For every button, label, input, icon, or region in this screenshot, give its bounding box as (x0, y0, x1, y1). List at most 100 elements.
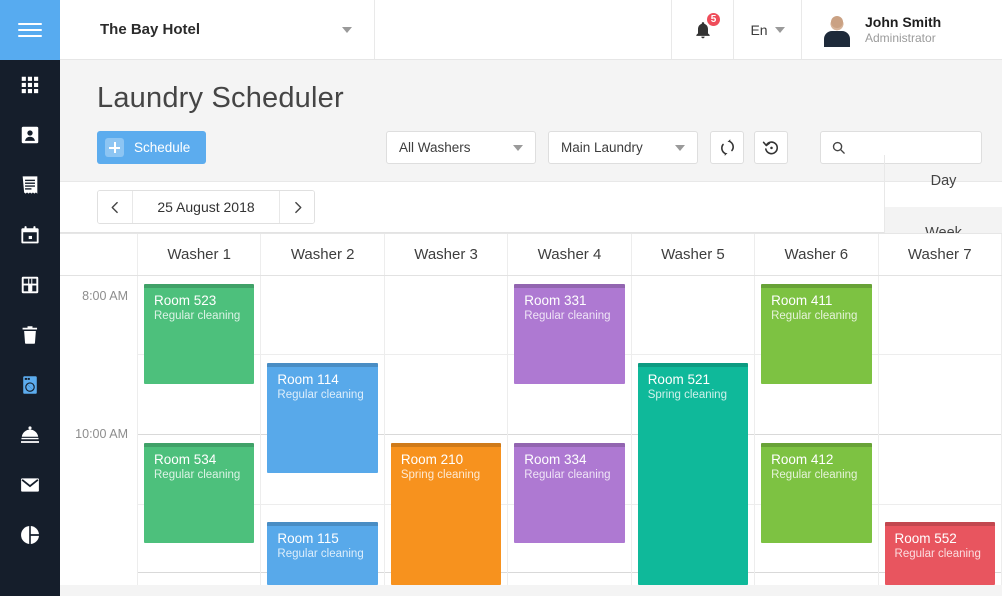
calendar-column-header: Washer 6 (755, 234, 878, 275)
sidebar-item-envelope[interactable] (0, 460, 60, 510)
avatar (820, 13, 854, 47)
calendar-column[interactable]: Room 411Regular cleaningRoom 412Regular … (755, 276, 878, 585)
sidebar-item-washing-machine[interactable] (0, 360, 60, 410)
hotel-selector[interactable]: The Bay Hotel (60, 0, 375, 59)
calendar-icon (19, 224, 41, 246)
calendar-body: 8:00 AM 10:00 AM Room 523Regular cleaning… (60, 276, 1002, 585)
event-subtitle: Regular cleaning (154, 468, 254, 483)
calendar-event[interactable]: Room 114Regular cleaning (267, 363, 377, 473)
current-date-label[interactable]: 25 August 2018 (132, 190, 280, 224)
sidebar-item-user-card[interactable] (0, 110, 60, 160)
time-label: 10:00 AM (75, 427, 128, 441)
gridline (508, 572, 630, 573)
gridline (755, 572, 877, 573)
sync-icon (718, 138, 737, 157)
gridline (632, 354, 754, 355)
history-button[interactable] (754, 131, 788, 164)
calendar-column[interactable]: Room 210Spring cleaning (385, 276, 508, 585)
time-label: 8:00 AM (82, 289, 128, 303)
gridline (508, 434, 630, 435)
event-subtitle: Regular cleaning (771, 309, 871, 324)
gridline (261, 504, 383, 505)
user-menu[interactable]: John Smith Administrator (802, 0, 1002, 59)
gridline (755, 434, 877, 435)
envelope-icon (19, 474, 41, 496)
receipt-icon (19, 174, 41, 196)
calendar-event[interactable]: Room 534Regular cleaning (144, 443, 254, 543)
event-title: Room 552 (895, 531, 995, 547)
laundry-filter-value: Main Laundry (561, 140, 643, 155)
calendar-event[interactable]: Room 334Regular cleaning (514, 443, 624, 543)
event-subtitle: Regular cleaning (524, 468, 624, 483)
event-title: Room 210 (401, 452, 501, 468)
topbar-spacer (375, 0, 672, 59)
calendar-event[interactable]: Room 411Regular cleaning (761, 284, 871, 384)
next-day-button[interactable] (280, 190, 314, 224)
schedule-button[interactable]: Schedule (97, 131, 206, 164)
main-content: Laundry Scheduler Schedule All Washers M… (60, 60, 1002, 596)
washer-filter-dropdown[interactable]: All Washers (386, 131, 536, 164)
plus-icon (105, 138, 124, 157)
calendar-event[interactable]: Room 115Regular cleaning (267, 522, 377, 585)
gridline (138, 434, 260, 435)
hotel-name-label: The Bay Hotel (100, 21, 200, 38)
chevron-down-icon (513, 145, 523, 151)
sidebar (0, 0, 60, 596)
view-tab-day[interactable]: Day (884, 155, 1002, 207)
calendar-column[interactable]: Room 552Regular cleaning (879, 276, 1002, 585)
sync-button[interactable] (710, 131, 744, 164)
history-restore-icon (762, 138, 781, 157)
event-title: Room 331 (524, 293, 624, 309)
sidebar-item-pie-chart[interactable] (0, 510, 60, 560)
calendar-event[interactable]: Room 210Spring cleaning (391, 443, 501, 585)
calendar-column[interactable]: Room 114Regular cleaningRoom 115Regular … (261, 276, 384, 585)
calendar-column[interactable]: Room 331Regular cleaningRoom 334Regular … (508, 276, 631, 585)
sidebar-item-trash[interactable] (0, 310, 60, 360)
pie-chart-icon (19, 524, 41, 546)
calendar-event[interactable]: Room 521Spring cleaning (638, 363, 748, 585)
sidebar-item-list (0, 60, 60, 560)
sidebar-item-room-service[interactable] (0, 410, 60, 460)
calendar-column[interactable]: Room 523Regular cleaning Room 534Regular … (138, 276, 261, 585)
calendar-column-header: Washer 2 (261, 234, 384, 275)
event-subtitle: Regular cleaning (277, 388, 377, 403)
user-card-icon (19, 124, 41, 146)
event-title: Room 115 (277, 531, 377, 547)
gridline (138, 572, 260, 573)
user-role-label: Administrator (865, 31, 941, 46)
laundry-filter-dropdown[interactable]: Main Laundry (548, 131, 698, 164)
event-title: Room 412 (771, 452, 871, 468)
calendar-event[interactable]: Room 412Regular cleaning (761, 443, 871, 543)
chevron-left-icon (109, 201, 122, 214)
calendar-event[interactable]: Room 552Regular cleaning (885, 522, 995, 585)
gridline (879, 434, 1001, 435)
sidebar-item-apps-grid[interactable] (0, 60, 60, 110)
toolbar: Schedule All Washers Main Laundry (60, 115, 1002, 164)
chevron-down-icon (775, 27, 785, 33)
gridline (879, 354, 1001, 355)
previous-day-button[interactable] (98, 190, 132, 224)
event-title: Room 334 (524, 452, 624, 468)
language-label: En (750, 22, 767, 38)
calendar-event[interactable]: Room 523Regular cleaning (144, 284, 254, 384)
time-gutter-header (60, 234, 138, 275)
gridline (385, 434, 507, 435)
search-input[interactable] (854, 140, 971, 155)
sidebar-item-calendar[interactable] (0, 210, 60, 260)
calendar-event[interactable]: Room 331Regular cleaning (514, 284, 624, 384)
room-service-icon (19, 424, 41, 446)
notifications-button[interactable]: 5 (672, 0, 734, 59)
menu-toggle-button[interactable] (0, 0, 60, 60)
language-selector[interactable]: En (734, 0, 802, 59)
calendar: Washer 1Washer 2Washer 3Washer 4Washer 5… (60, 233, 1002, 585)
calendar-column-header: Washer 1 (138, 234, 261, 275)
calendar-column[interactable]: Room 521Spring cleaning (632, 276, 755, 585)
user-name-label: John Smith (865, 14, 941, 31)
sidebar-item-dashboard-layout[interactable] (0, 260, 60, 310)
washer-filter-value: All Washers (399, 140, 471, 155)
sidebar-item-receipt[interactable] (0, 160, 60, 210)
date-navigator: 25 August 2018 (97, 190, 315, 224)
notification-badge: 5 (705, 11, 722, 28)
date-navigation-bar: 25 August 2018 DayWeek (60, 181, 1002, 233)
time-gutter: 8:00 AM 10:00 AM (60, 276, 138, 585)
